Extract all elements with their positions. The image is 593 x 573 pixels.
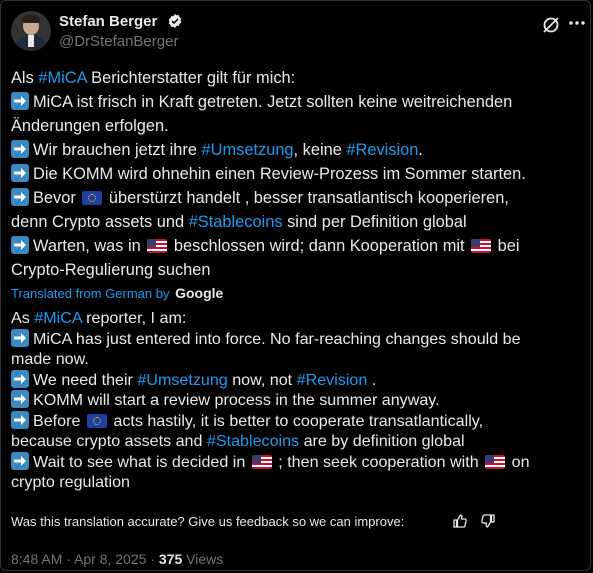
translated-line-5b: crypto regulation: [11, 473, 130, 491]
translated-line-4: Before acts hastily, it is better to coo…: [11, 410, 483, 432]
us-flag-icon: [485, 454, 506, 469]
translation-attribution[interactable]: Translated from German by Google: [11, 285, 223, 301]
right-arrow-emoji-icon: [11, 188, 29, 206]
translated-line-2: We need their #Umsetzung now, not #Revis…: [11, 369, 376, 391]
grok-icon[interactable]: [541, 15, 561, 35]
right-arrow-emoji-icon: [11, 92, 29, 110]
original-line-4: Bevor überstürzt handelt , besser transa…: [11, 186, 509, 210]
hashtag-stablecoins[interactable]: #Stablecoins: [189, 213, 283, 231]
translated-line-1: MiCA has just entered into force. No far…: [11, 328, 521, 350]
right-arrow-emoji-icon: [11, 369, 29, 388]
original-line-1: MiCA ist frisch in Kraft getreten. Jetzt…: [11, 90, 512, 114]
original-line-5b: Crypto-Regulierung suchen: [11, 261, 211, 279]
avatar[interactable]: [11, 11, 51, 51]
more-options-icon[interactable]: [567, 13, 587, 33]
tweet-meta: 8:48 AM · Apr 8, 2025 · 375 Views: [11, 551, 224, 567]
original-line-3: Die KOMM wird ohnehin einen Review-Proze…: [11, 162, 526, 186]
right-arrow-emoji-icon: [11, 410, 29, 429]
us-flag-icon: [147, 239, 168, 253]
hashtag-revision[interactable]: #Revision: [297, 371, 368, 389]
us-flag-icon: [471, 239, 492, 253]
original-line-2: Wir brauchen jetzt ihre #Umsetzung, kein…: [11, 138, 423, 162]
original-line-4b: denn Crypto assets und #Stablecoins sind…: [11, 213, 467, 231]
original-line-1b: Änderungen erfolgen.: [11, 117, 169, 135]
google-logo: Google: [175, 285, 224, 301]
right-arrow-emoji-icon: [11, 164, 29, 182]
author-name[interactable]: Stefan Berger: [59, 13, 157, 30]
translated-line-1b: made now.: [11, 350, 89, 368]
hashtag-mica[interactable]: #MiCA: [38, 69, 86, 87]
original-line-5: Warten, was in beschlossen wird; dann Ko…: [11, 234, 520, 258]
views-count: 375: [158, 551, 183, 567]
tweet-card: Stefan Berger @DrStefanBerger Als #MiCA …: [0, 0, 591, 571]
right-arrow-emoji-icon: [11, 451, 29, 470]
eu-flag-icon: [82, 191, 103, 205]
hashtag-umsetzung[interactable]: #Umsetzung: [137, 371, 227, 389]
right-arrow-emoji-icon: [11, 140, 29, 158]
thumbs-down-icon[interactable]: [480, 513, 496, 529]
eu-flag-icon: [86, 413, 107, 428]
hashtag-revision[interactable]: #Revision: [346, 141, 418, 159]
timestamp[interactable]: 8:48 AM · Apr 8, 2025 ·: [11, 551, 159, 567]
hashtag-umsetzung[interactable]: #Umsetzung: [202, 141, 294, 159]
translation-feedback-prompt: Was this translation accurate? Give us f…: [11, 514, 405, 529]
thumbs-up-icon[interactable]: [452, 513, 468, 529]
original-line-intro: Als #MiCA Berichterstatter gilt für mich…: [11, 69, 296, 87]
verified-badge-icon: [168, 14, 182, 28]
right-arrow-emoji-icon: [11, 236, 29, 254]
hashtag-mica[interactable]: #MiCA: [34, 309, 81, 327]
us-flag-icon: [251, 454, 272, 469]
translated-line-intro: As #MiCA reporter, I am:: [11, 309, 187, 327]
translated-line-5: Wait to see what is decided in ; then se…: [11, 451, 530, 473]
tweet-header: Stefan Berger @DrStefanBerger: [11, 9, 587, 53]
author-handle[interactable]: @DrStefanBerger: [59, 33, 178, 50]
right-arrow-emoji-icon: [11, 328, 29, 347]
right-arrow-emoji-icon: [11, 390, 29, 408]
translated-line-3: KOMM will start a review process in the …: [11, 390, 440, 411]
hashtag-stablecoins[interactable]: #Stablecoins: [207, 432, 299, 450]
translated-line-4b: because crypto assets and #Stablecoins a…: [11, 432, 465, 450]
